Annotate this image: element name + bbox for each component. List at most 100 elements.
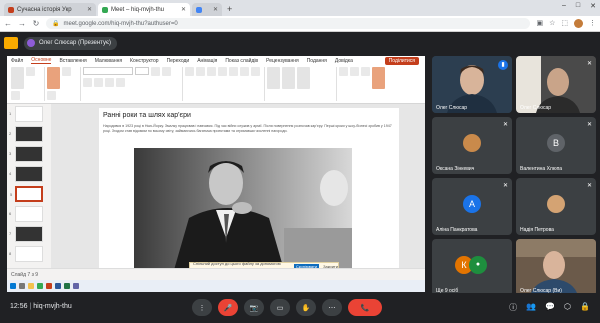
meeting-details-icon[interactable]: ⓘ	[509, 302, 517, 313]
self-view-tile[interactable]: Олег Слюсар (Ви)	[516, 239, 596, 296]
browser-tab[interactable]: ✕	[192, 3, 222, 16]
mic-toggle-button[interactable]: 🎤	[218, 299, 238, 316]
font-color-icon[interactable]	[116, 78, 125, 87]
new-slide-button[interactable]	[47, 67, 60, 89]
slide-thumbnail[interactable]: 4	[9, 166, 43, 182]
current-slide[interactable]: Ранні роки та шлях кар'єри Народився в 1…	[99, 108, 399, 271]
close-window-icon[interactable]: ✕	[590, 2, 596, 10]
justify-icon[interactable]	[251, 67, 260, 76]
back-icon[interactable]: ←	[4, 19, 12, 28]
ribbon-tab[interactable]: Файл	[11, 58, 23, 64]
close-tab-icon[interactable]: ✕	[213, 6, 218, 13]
shapes-button[interactable]	[267, 67, 280, 89]
font-size-field[interactable]	[135, 67, 149, 75]
font-name-field[interactable]	[83, 67, 133, 75]
new-tab-icon[interactable]: +	[227, 3, 232, 16]
ribbon-tab[interactable]: Показ слайдів	[225, 58, 258, 64]
chat-icon[interactable]: 💬	[545, 302, 555, 313]
reload-icon[interactable]: ↻	[32, 19, 40, 28]
paste-button[interactable]	[11, 67, 24, 89]
camera-toggle-button[interactable]: 📷	[244, 299, 264, 316]
slide-number: 6	[9, 211, 12, 216]
align-right-icon[interactable]	[240, 67, 249, 76]
participant-tile[interactable]: ✕ Оксана Зінкевич	[432, 117, 512, 174]
participant-tile[interactable]: ✕ Надія Петрова	[516, 178, 596, 235]
address-bar: ← → ↻ 🔒 meet.google.com/hiq-mvjh-thu?aut…	[0, 16, 600, 32]
slide-photo[interactable]	[134, 148, 352, 270]
italic-icon[interactable]	[83, 78, 92, 87]
replace-icon[interactable]	[350, 67, 359, 76]
maximize-icon[interactable]: □	[576, 2, 580, 10]
participant-tile[interactable]: А ✕ Аліна Панкратова	[432, 178, 512, 235]
minimize-icon[interactable]: –	[562, 2, 566, 10]
bold-icon[interactable]	[162, 67, 171, 76]
browser-tab-active[interactable]: Meet – hiq-mvjh-thu ✕	[98, 3, 190, 16]
ribbon-tab[interactable]: Рецензування	[266, 58, 299, 64]
menu-icon[interactable]: ⋮	[589, 19, 596, 28]
forward-icon[interactable]: →	[18, 19, 26, 28]
mic-options-button[interactable]: ⋮	[192, 299, 212, 316]
window-controls: – □ ✕	[562, 2, 596, 10]
ribbon-tab[interactable]: Конструктор	[130, 58, 159, 64]
slide-thumbnail[interactable]: 1	[9, 106, 43, 122]
layout-icon[interactable]	[62, 67, 71, 76]
leave-call-button[interactable]: 📞	[348, 299, 382, 316]
slide-editor: Ранні роки та шлях кар'єри Народився в 1…	[51, 104, 425, 271]
close-tab-icon[interactable]: ✕	[181, 6, 186, 13]
shared-taskbar	[7, 280, 425, 292]
ribbon-tab-home[interactable]: Основне	[31, 57, 52, 64]
people-icon[interactable]: 👥	[526, 302, 536, 313]
numbering-icon[interactable]	[196, 67, 205, 76]
copy-icon[interactable]	[11, 91, 20, 100]
profile-avatar[interactable]	[574, 19, 583, 28]
slide-thumbnail[interactable]: 6	[9, 206, 43, 222]
ribbon-tab[interactable]: Анімація	[197, 58, 217, 64]
camera-indicator-icon[interactable]: ▣	[536, 19, 543, 28]
participant-tile[interactable]: ✕ Олег Слюсар	[516, 56, 596, 113]
indent-icon[interactable]	[207, 67, 216, 76]
slide-thumbnail[interactable]: 3	[9, 146, 43, 162]
cut-icon[interactable]	[26, 67, 35, 76]
slide-thumbnail[interactable]: 8	[9, 246, 43, 262]
ribbon-tab[interactable]: Подання	[307, 58, 327, 64]
select-icon[interactable]	[361, 67, 370, 76]
strikethrough-icon[interactable]	[105, 78, 114, 87]
slide-thumbnail[interactable]: 7	[9, 226, 43, 242]
participant-tile[interactable]: В ✕ Валентина Хлюпа	[516, 117, 596, 174]
browser-tab[interactable]: Сучасна історія Укр ✕	[4, 3, 96, 16]
slide-number: 5	[10, 192, 13, 197]
ribbon-tab[interactable]: Довідка	[335, 58, 353, 64]
raise-hand-button[interactable]: ✋	[296, 299, 316, 316]
url-field[interactable]: 🔒 meet.google.com/hiq-mvjh-thu?authuser=…	[46, 18, 531, 29]
share-button[interactable]: Поділитися	[384, 56, 419, 65]
presenter-chip[interactable]: Олег Слюсар (Презентує)	[24, 36, 118, 50]
slide-thumbnail-selected[interactable]: 5	[10, 186, 43, 202]
ribbon-tab[interactable]: Переходи	[167, 58, 190, 64]
bullets-icon[interactable]	[185, 67, 194, 76]
tab-label: Сучасна історія Укр	[17, 6, 72, 13]
underline-icon[interactable]	[94, 78, 103, 87]
arrange-button[interactable]	[282, 67, 295, 89]
ribbon-tab[interactable]: Вставлення	[59, 58, 86, 64]
ribbon-tab[interactable]: Малювання	[95, 58, 122, 64]
align-center-icon[interactable]	[229, 67, 238, 76]
bookmark-star-icon[interactable]: ☆	[549, 19, 555, 28]
activities-icon[interactable]: ⬡	[564, 302, 571, 313]
slide-body[interactable]: Народився в 1923 році в Нью-Йорку. Змалк…	[103, 124, 395, 134]
present-button[interactable]: ▭	[270, 299, 290, 316]
find-icon[interactable]	[339, 67, 348, 76]
slide-title[interactable]: Ранні роки та шлях кар'єри	[103, 112, 191, 119]
align-left-icon[interactable]	[218, 67, 227, 76]
grow-font-icon[interactable]	[151, 67, 160, 76]
slide-thumbnail[interactable]: 2	[9, 126, 43, 142]
folder-icon	[28, 283, 34, 289]
quick-styles-button[interactable]	[297, 67, 310, 89]
more-options-button[interactable]: ⋯	[322, 299, 342, 316]
host-controls-icon[interactable]: 🔒	[580, 302, 590, 313]
more-participants-tile[interactable]: К ● Ще 9 осіб	[432, 239, 512, 296]
reset-icon[interactable]	[47, 91, 56, 100]
participant-tile[interactable]: ▮ Олег Слюсар	[432, 56, 512, 113]
designer-button[interactable]	[372, 67, 385, 89]
close-tab-icon[interactable]: ✕	[87, 6, 92, 13]
extensions-icon[interactable]: ⬚	[561, 19, 568, 28]
